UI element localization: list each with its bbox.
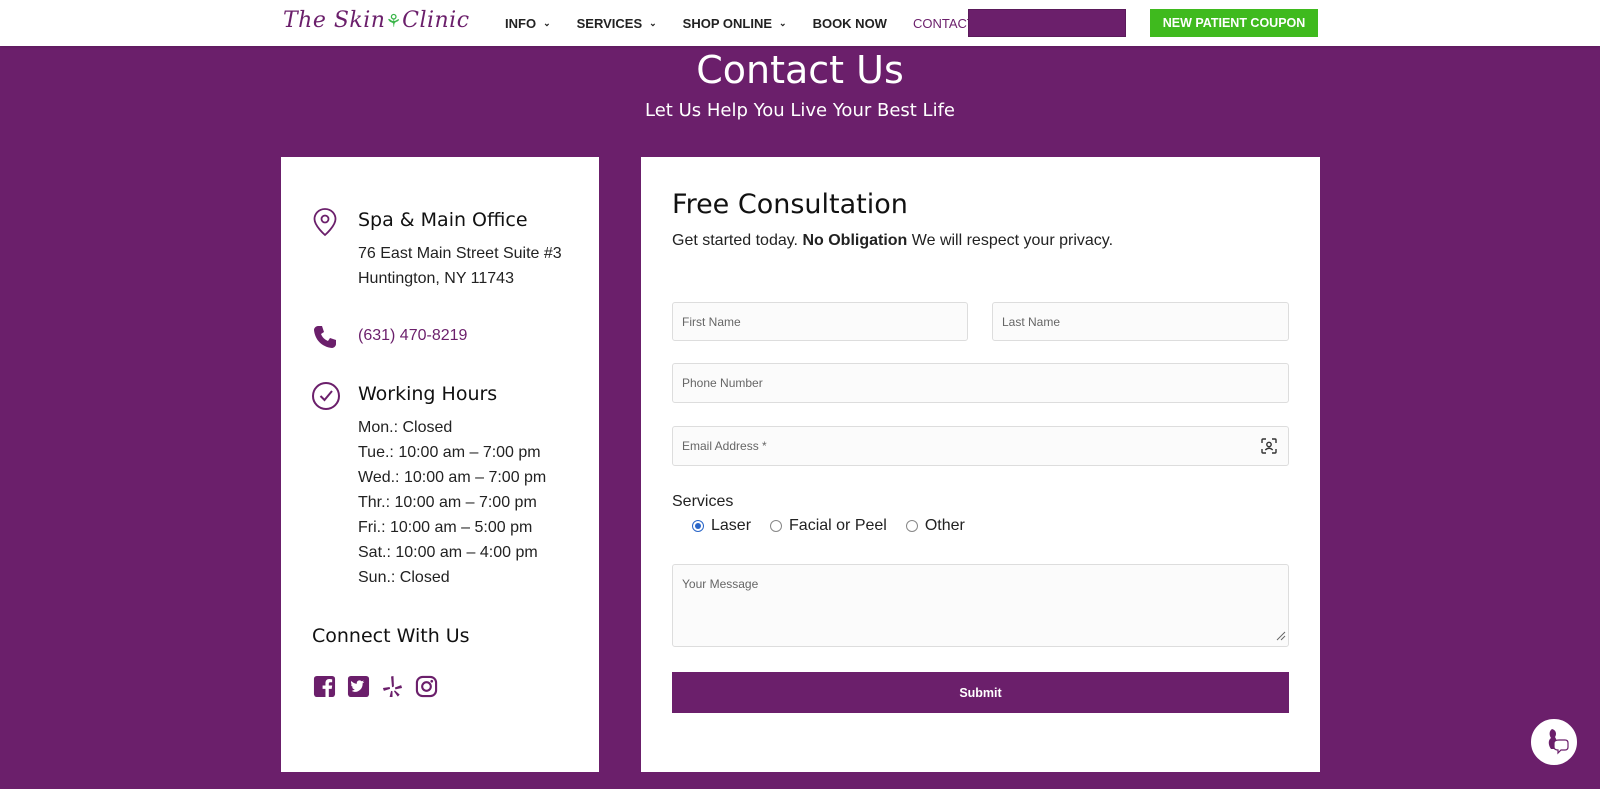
location-pin-icon — [312, 207, 338, 241]
connect-title: Connect With Us — [312, 625, 470, 647]
hours-row: Sun.: Closed — [358, 569, 450, 586]
office-title: Spa & Main Office — [358, 209, 528, 231]
email-address-input[interactable]: Email Address * — [672, 426, 1289, 466]
site-header: The Skin⚘Clinic INFO ⌄ SERVICES ⌄ SHOP ONL… — [0, 0, 1600, 46]
nav-info[interactable]: INFO ⌄ — [505, 16, 551, 31]
chat-bubble-icon — [1539, 725, 1569, 759]
nav-shop-online[interactable]: SHOP ONLINE ⌄ — [683, 16, 787, 31]
consultation-form-card: Free Consultation Get started today. No … — [641, 157, 1320, 772]
logo-text-2: Clinic — [402, 8, 470, 33]
hours-row: Tue.: 10:00 am – 7:00 pm — [358, 444, 541, 461]
chat-widget-button[interactable] — [1529, 717, 1579, 767]
service-option-label: Laser — [711, 517, 752, 534]
nav-services[interactable]: SERVICES ⌄ — [577, 16, 657, 31]
nav-book-label: BOOK NOW — [812, 15, 887, 31]
main-nav: INFO ⌄ SERVICES ⌄ SHOP ONLINE ⌄ BOOK NOW CO… — [505, 0, 1001, 46]
hours-title: Working Hours — [358, 383, 498, 405]
twitter-icon[interactable] — [346, 674, 370, 698]
phone-number-input[interactable]: Phone Number — [672, 363, 1289, 403]
message-placeholder: Your Message — [682, 577, 759, 591]
new-patient-coupon-button[interactable]: NEW PATIENT COUPON — [1150, 9, 1318, 37]
hours-row: Thr.: 10:00 am – 7:00 pm — [358, 494, 537, 511]
hours-row: Wed.: 10:00 am – 7:00 pm — [358, 469, 547, 486]
service-option-laser[interactable]: Laser — [692, 517, 751, 535]
social-links — [312, 674, 438, 698]
form-intro-bold: No Obligation — [802, 232, 908, 249]
nav-contact[interactable]: CONTACT — [913, 16, 975, 31]
nav-contact-label: CONTACT — [912, 15, 975, 31]
radio-button[interactable] — [770, 520, 783, 532]
first-name-input[interactable]: First Name — [672, 302, 968, 341]
hours-row: Sat.: 10:00 am – 4:00 pm — [358, 544, 538, 561]
autofill-contact-icon[interactable] — [1261, 438, 1277, 457]
yelp-icon[interactable] — [380, 674, 404, 698]
nav-book-now[interactable]: BOOK NOW — [813, 16, 887, 31]
services-label: Services — [672, 493, 734, 510]
message-textarea[interactable]: Your Message — [672, 564, 1289, 647]
service-option-label: Facial or Peel — [789, 517, 887, 534]
page-subtitle: Let Us Help You Live Your Best Life — [645, 100, 955, 121]
radio-button[interactable] — [692, 520, 704, 532]
logo-figure-icon: ⚘ — [385, 11, 403, 32]
instagram-icon[interactable] — [414, 674, 438, 698]
address-line-2: Huntington, NY 11743 — [358, 270, 514, 287]
service-option-label: Other — [924, 517, 965, 534]
form-intro-end: We will respect your privacy. — [911, 232, 1114, 249]
facebook-icon[interactable] — [312, 674, 336, 698]
service-option-facial-or-peel[interactable]: Facial or Peel — [770, 517, 887, 535]
form-intro-start: Get started today. — [672, 232, 798, 249]
hours-row: Mon.: Closed — [358, 419, 453, 436]
service-option-other[interactable]: Other — [905, 517, 965, 535]
form-title: Free Consultation — [672, 189, 908, 220]
clock-check-icon — [311, 381, 341, 415]
nav-shop-label: SHOP ONLINE — [682, 15, 773, 31]
phone-link[interactable]: (631) 470-8219 — [358, 327, 467, 345]
chevron-down-icon: ⌄ — [779, 17, 787, 28]
nav-info-label: INFO — [505, 15, 537, 31]
header-purple-button[interactable] — [968, 9, 1126, 37]
submit-button[interactable]: Submit — [672, 672, 1289, 713]
nav-services-label: SERVICES — [576, 15, 643, 31]
email-placeholder: Email Address * — [682, 439, 767, 453]
radio-button[interactable] — [905, 520, 918, 532]
contact-info-card: Spa & Main Office 76 East Main Street Su… — [281, 157, 599, 772]
services-radio-group: Laser Facial or Peel Other — [692, 517, 984, 535]
chevron-down-icon: ⌄ — [649, 17, 657, 28]
address-line-1: 76 East Main Street Suite #3 — [358, 245, 562, 262]
hours-list: Mon.: Closed Tue.: 10:00 am – 7:00 pm We… — [358, 419, 546, 594]
last-name-input[interactable]: Last Name — [992, 302, 1289, 341]
resize-handle-icon[interactable] — [1276, 630, 1286, 644]
phone-icon — [312, 324, 338, 354]
hours-row: Fri.: 10:00 am – 5:00 pm — [358, 519, 533, 536]
form-intro: Get started today. No Obligation We will… — [672, 232, 1113, 250]
page-title: Contact Us — [696, 48, 904, 92]
logo-text: The Skin — [283, 8, 386, 33]
site-logo[interactable]: The Skin⚘Clinic — [283, 8, 470, 33]
chevron-down-icon: ⌄ — [543, 17, 551, 28]
